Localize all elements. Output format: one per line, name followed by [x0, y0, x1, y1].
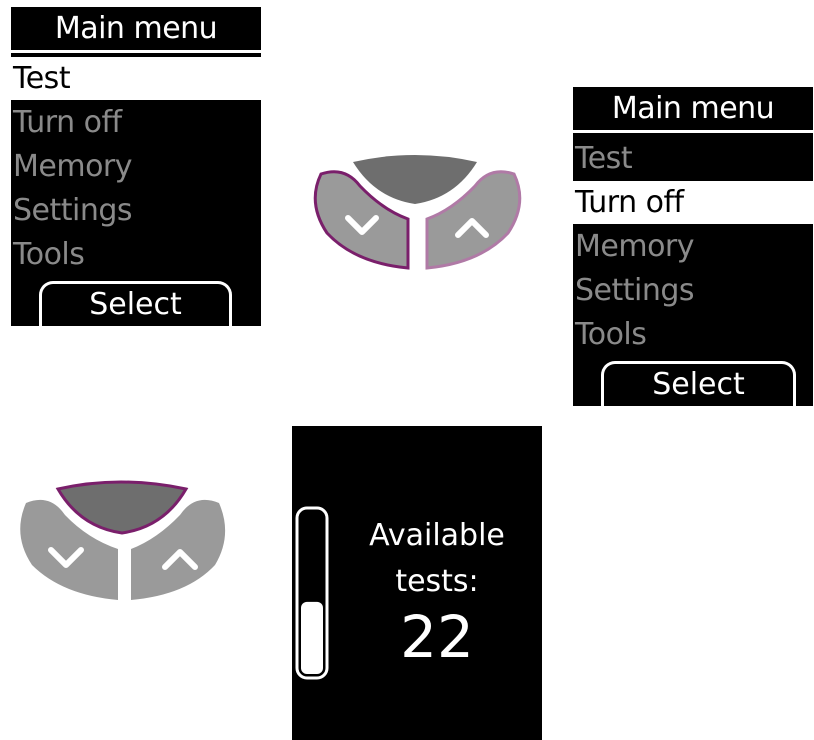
menu-item-turn-off[interactable]: Turn off [573, 181, 813, 224]
keypad-center-highlighted [20, 480, 226, 600]
test-level-gauge [295, 506, 329, 680]
available-label: Available [369, 518, 505, 553]
tests-label: tests: [395, 564, 479, 599]
main-menu-screen-1: Main menu Test Turn off Memory Settings … [11, 7, 261, 326]
select-softkey[interactable]: Select [39, 281, 232, 326]
menu-item-memory[interactable]: Memory [573, 225, 813, 268]
menu-item-test[interactable]: Test [573, 137, 813, 180]
menu-item-turn-off[interactable]: Turn off [11, 101, 261, 144]
menu-item-settings[interactable]: Settings [573, 269, 813, 312]
menu-item-settings[interactable]: Settings [11, 189, 261, 232]
title-divider [573, 130, 813, 133]
center-button[interactable] [55, 480, 189, 535]
menu-item-tools[interactable]: Tools [573, 313, 813, 356]
title-divider [11, 50, 261, 53]
menu-item-test[interactable]: Test [11, 57, 261, 100]
menu-item-tools[interactable]: Tools [11, 233, 261, 276]
menu-title: Main menu [573, 89, 813, 129]
select-softkey[interactable]: Select [601, 361, 796, 406]
main-menu-screen-2: Main menu Test Turn off Memory Settings … [573, 87, 813, 406]
available-tests-screen: Available tests: 22 [292, 426, 542, 740]
menu-title: Main menu [11, 9, 261, 49]
test-level-fill [301, 601, 323, 674]
menu-item-memory[interactable]: Memory [11, 145, 261, 188]
tests-count: 22 [400, 603, 474, 671]
keypad-down-highlighted [313, 155, 522, 270]
